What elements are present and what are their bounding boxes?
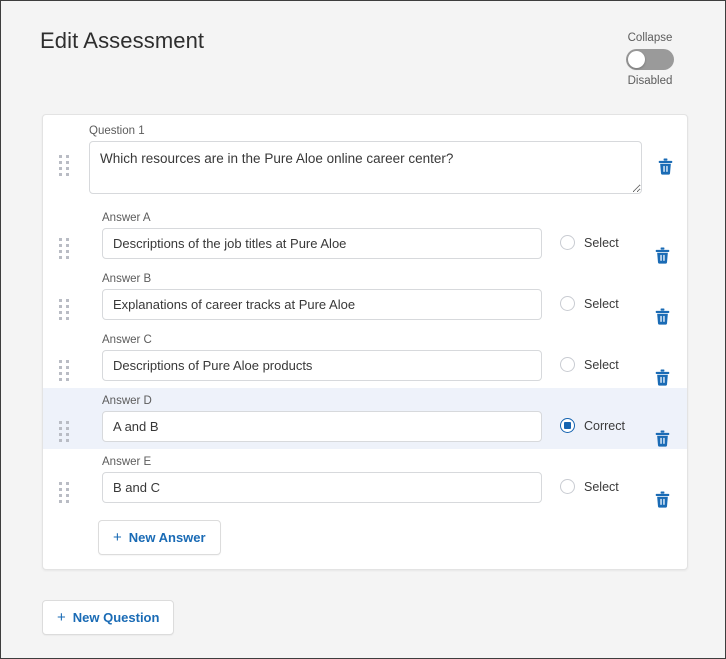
answer-row: Answer D Correct — [43, 388, 687, 449]
answer-input[interactable] — [102, 228, 542, 259]
answer-radio[interactable] — [560, 479, 575, 494]
delete-question-button[interactable] — [658, 158, 673, 180]
collapse-label: Collapse — [627, 32, 673, 44]
answer-input[interactable] — [102, 472, 542, 503]
app-root: Edit Assessment Collapse Disabled Questi… — [0, 0, 726, 659]
trash-icon — [655, 247, 670, 264]
answer-choice-group[interactable]: Select — [560, 357, 619, 372]
answer-label: Answer B — [102, 273, 152, 285]
answer-field-group: Answer E — [102, 456, 542, 503]
plus-icon: + — [113, 529, 122, 546]
answer-choice-group[interactable]: Select — [560, 479, 619, 494]
answer-radio[interactable] — [560, 418, 575, 433]
answer-input[interactable] — [102, 350, 542, 381]
answer-field-group: Answer D — [102, 395, 542, 442]
answer-choice-group[interactable]: Select — [560, 296, 619, 311]
new-answer-button[interactable]: + New Answer — [98, 520, 221, 555]
answer-field-group: Answer C — [102, 334, 542, 381]
trash-icon — [655, 369, 670, 386]
trash-icon — [655, 491, 670, 508]
answer-row: Answer E Select — [43, 449, 687, 510]
trash-icon — [658, 158, 673, 175]
answer-input[interactable] — [102, 289, 542, 320]
trash-icon — [655, 308, 670, 325]
answer-row: Answer A Select — [43, 205, 687, 266]
answer-field-group: Answer A — [102, 212, 542, 259]
drag-handle-icon[interactable] — [57, 238, 71, 259]
answer-choice-group[interactable]: Correct — [560, 418, 625, 433]
answer-label: Answer C — [102, 334, 152, 346]
answer-label: Answer A — [102, 212, 151, 224]
drag-handle-icon[interactable] — [57, 421, 71, 442]
toggle-knob-icon — [628, 51, 645, 68]
question-field-group: Question 1 — [89, 125, 642, 199]
delete-answer-button[interactable] — [655, 491, 670, 513]
answer-radio[interactable] — [560, 235, 575, 250]
new-question-button[interactable]: + New Question — [42, 600, 175, 635]
answer-input[interactable] — [102, 411, 542, 442]
new-question-label: New Question — [72, 610, 160, 625]
answer-radio[interactable] — [560, 296, 575, 311]
answer-row: Answer B Select — [43, 266, 687, 327]
answer-choice-label: Correct — [584, 418, 625, 433]
new-question-wrapper: + New Question — [42, 600, 175, 635]
drag-handle-icon[interactable] — [57, 299, 71, 320]
answer-radio[interactable] — [560, 357, 575, 372]
page-title: Edit Assessment — [40, 28, 205, 53]
question-label: Question 1 — [89, 125, 145, 137]
trash-icon — [655, 430, 670, 447]
answer-row: Answer C Select — [43, 327, 687, 388]
answer-choice-label: Select — [584, 357, 619, 372]
answer-choice-label: Select — [584, 479, 619, 494]
new-answer-label: New Answer — [128, 530, 206, 545]
plus-icon: + — [57, 609, 66, 626]
collapse-toggle[interactable] — [626, 49, 674, 70]
answer-field-group: Answer B — [102, 273, 542, 320]
new-answer-wrapper: + New Answer — [43, 510, 687, 555]
collapse-control-group: Collapse Disabled — [604, 32, 696, 87]
collapse-state-text: Disabled — [627, 75, 673, 87]
answer-label: Answer D — [102, 395, 152, 407]
page-header: Edit Assessment Collapse Disabled — [1, 1, 725, 109]
answer-label: Answer E — [102, 456, 152, 468]
answer-choice-label: Select — [584, 296, 619, 311]
drag-handle-icon[interactable] — [57, 482, 71, 503]
question-row: Question 1 — [43, 115, 687, 205]
drag-handle-icon[interactable] — [57, 155, 71, 176]
answer-list: Answer A Select Answer B Select Answer C Sele… — [43, 205, 687, 510]
question-input[interactable] — [89, 141, 642, 194]
answer-choice-group[interactable]: Select — [560, 235, 619, 250]
answer-choice-label: Select — [584, 235, 619, 250]
question-card: Question 1 Answer ASelectAnswer BSelectA… — [42, 114, 688, 570]
drag-handle-icon[interactable] — [57, 360, 71, 381]
